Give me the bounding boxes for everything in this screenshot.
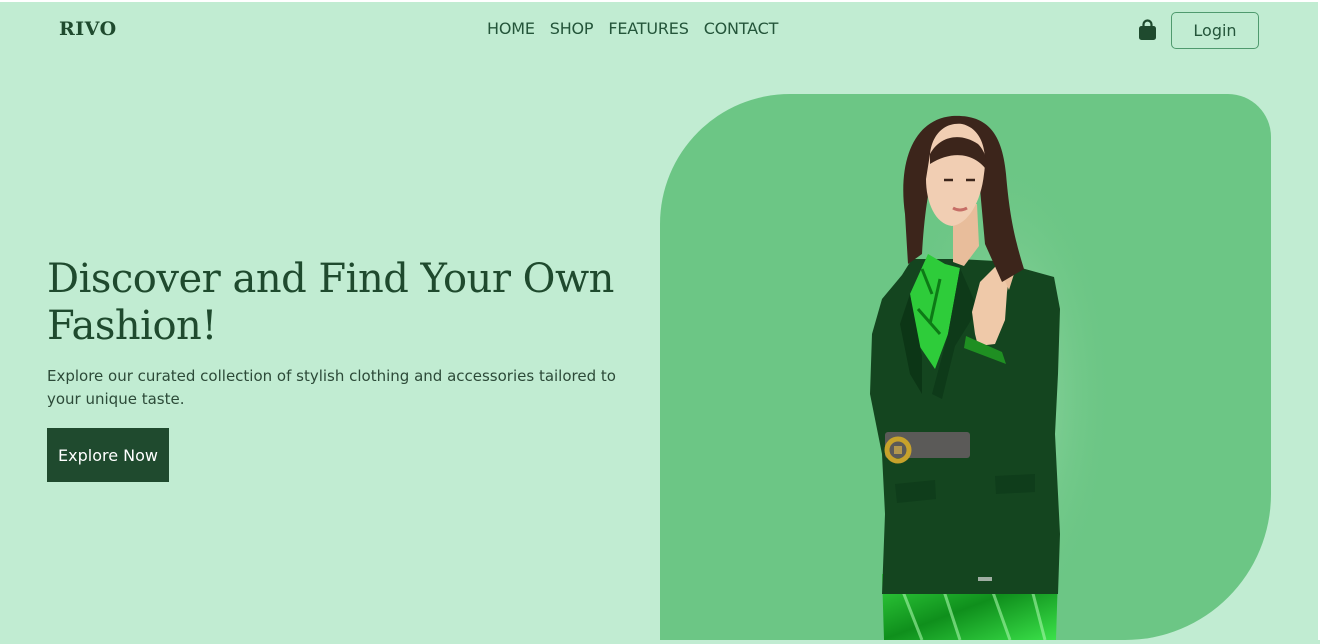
nav-contact-link[interactable]: CONTACT — [704, 19, 779, 38]
nav-shop-link[interactable]: SHOP — [550, 19, 594, 38]
nav-features-link[interactable]: FEATURES — [608, 19, 688, 38]
main-nav: HOME SHOP FEATURES CONTACT — [487, 19, 778, 38]
hero-title-line-1: Discover and Find Your Own — [47, 256, 614, 302]
shopping-bag-icon[interactable] — [1138, 19, 1157, 41]
brand-logo[interactable]: RIVO — [59, 18, 117, 40]
hero-title-line-2: Fashion! — [47, 303, 217, 349]
explore-now-button[interactable]: Explore Now — [47, 428, 169, 482]
hero-image-panel — [660, 94, 1271, 641]
nav-home-link[interactable]: HOME — [487, 19, 535, 38]
hero-illustration — [660, 94, 1271, 641]
hero-title: Discover and Find Your Own Fashion! — [47, 256, 647, 350]
site-header: RIVO HOME SHOP FEATURES CONTACT Login — [0, 0, 1320, 62]
login-button[interactable]: Login — [1171, 12, 1259, 49]
hero-description: Explore our curated collection of stylis… — [47, 367, 616, 408]
